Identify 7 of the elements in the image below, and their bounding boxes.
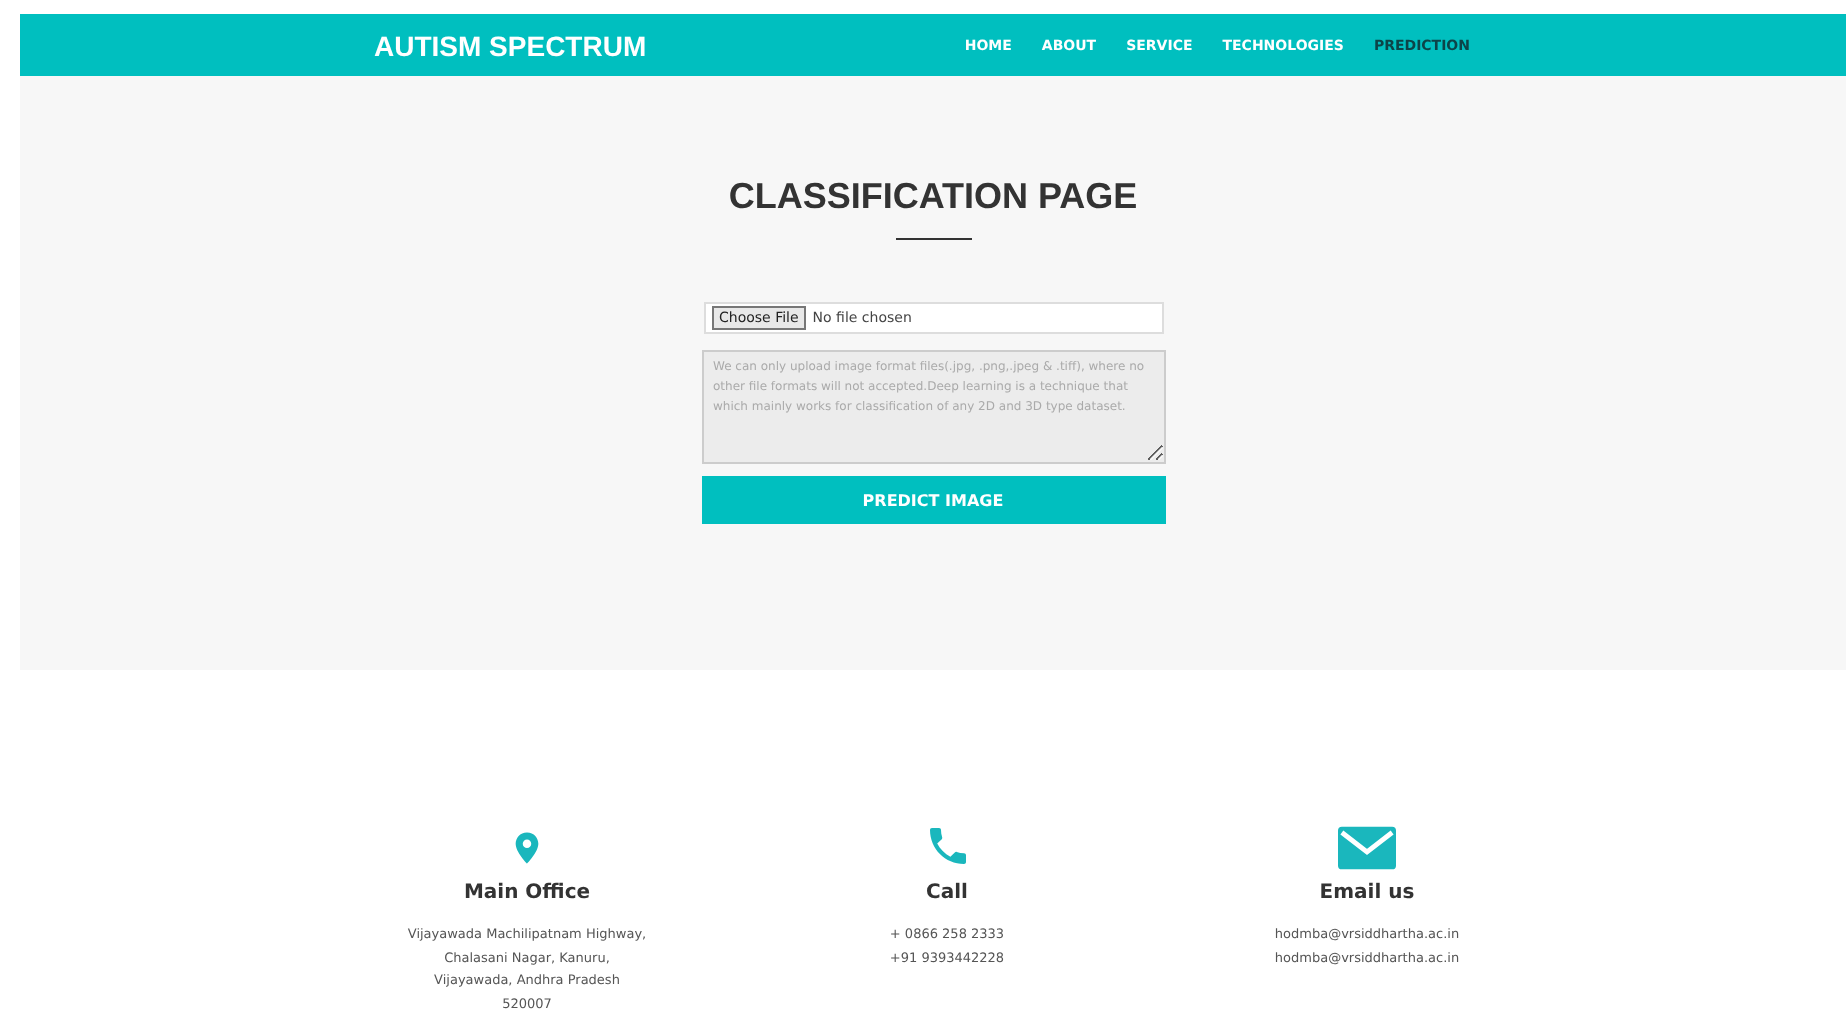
page-title: CLASSIFICATION PAGE [728,176,1138,218]
contact-heading: Email us [1319,882,1415,904]
predict-button[interactable]: PREDICT IMAGE [701,476,1165,524]
contact-heading: Main Office [463,882,591,904]
envelope-icon [1338,826,1396,870]
contact-heading: Call [926,882,968,904]
brand-title[interactable]: AUTISM SPECTRUM [374,29,647,61]
